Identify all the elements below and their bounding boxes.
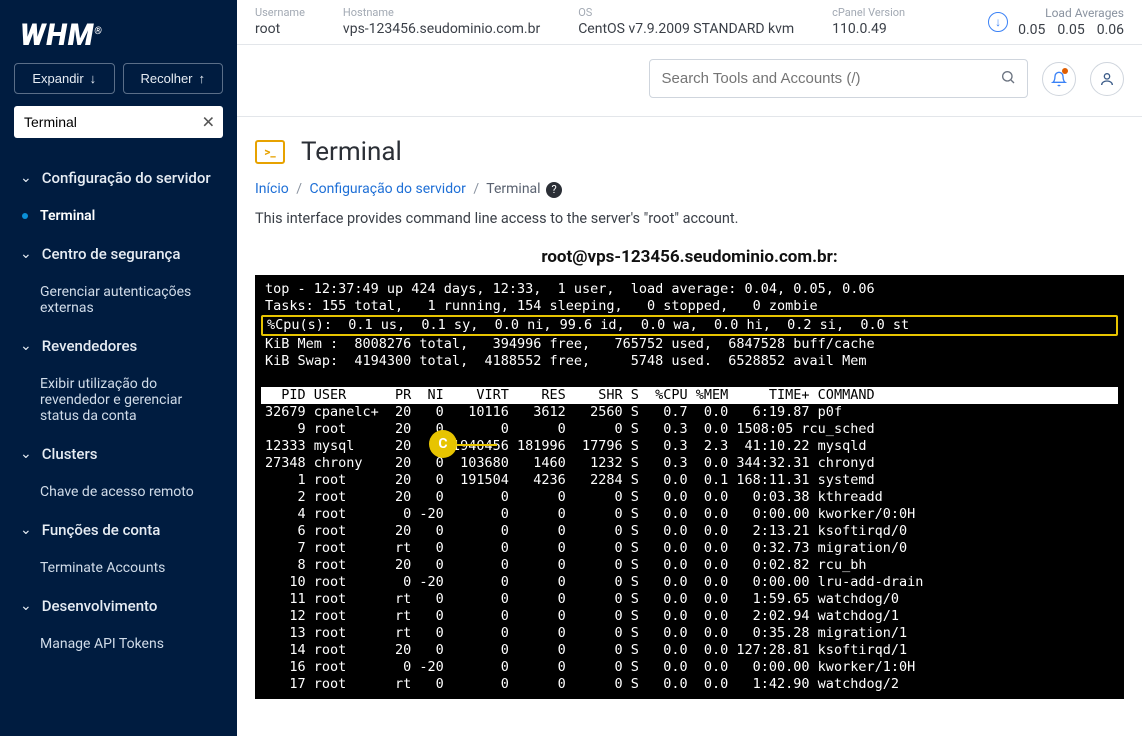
sidebar-group-label: Centro de segurança xyxy=(42,245,181,263)
sidebar-group-label: Funções de conta xyxy=(42,521,161,539)
chevron-down-icon: ⌄ xyxy=(20,246,32,262)
arrow-down-icon: ↓ xyxy=(90,71,97,86)
topbar-col-value: 110.0.49 xyxy=(832,21,905,37)
clear-search-icon[interactable]: ✕ xyxy=(202,113,215,132)
topbar-col-2: OS CentOS v7.9.2009 STANDARD kvm xyxy=(578,6,794,37)
terminal-line: 12333 mysql 20 0 1940456 181996 17796 S … xyxy=(261,438,1118,455)
nav-list: ⌄ Configuração do servidor Terminal ⌄ Centro… xyxy=(0,152,237,736)
terminal-line: 17 root rt 0 0 0 0 S 0.0 0.0 1:42.90 wat… xyxy=(261,676,1118,693)
sidebar-item-3-0[interactable]: Chave de acesso remoto xyxy=(0,474,237,510)
topbar-col-3: cPanel Version 110.0.49 xyxy=(832,6,905,37)
sidebar-group-2[interactable]: ⌄ Revendedores xyxy=(0,326,237,366)
page-title: Terminal xyxy=(301,137,402,167)
main: Username root Hostname vps-123456.seudomini… xyxy=(237,0,1142,736)
terminal-line: 1 root 20 0 191504 4236 2284 S 0.0 0.1 1… xyxy=(261,472,1118,489)
notifications-button[interactable] xyxy=(1042,62,1076,96)
collapse-label: Recolher xyxy=(140,71,192,86)
collapse-button[interactable]: Recolher ↑ xyxy=(123,63,224,94)
sidebar-item-5-0[interactable]: Manage API Tokens xyxy=(0,626,237,662)
search-icon xyxy=(1000,69,1016,89)
content: >_ Terminal Início / Configuração do ser… xyxy=(237,117,1142,719)
topbar-col-1: Hostname vps-123456.seudominio.com.br xyxy=(343,6,540,37)
terminal-line: 9 root 20 0 0 0 0 S 0.3 0.0 1508:05 rcu_… xyxy=(261,421,1118,438)
load-value: 0.05 xyxy=(1057,22,1084,38)
terminal-line: Tasks: 155 total, 1 running, 154 sleepin… xyxy=(261,298,1118,315)
sidebar-group-5[interactable]: ⌄ Desenvolvimento xyxy=(0,586,237,626)
terminal-line xyxy=(261,370,1118,387)
sidebar-item-0-0[interactable]: Terminal xyxy=(0,198,237,234)
page-description: This interface provides command line acc… xyxy=(255,210,1124,243)
terminal-line: %Cpu(s): 0.1 us, 0.1 sy, 0.0 ni, 99.6 id… xyxy=(261,315,1118,336)
terminal-line: 10 root 0 -20 0 0 0 S 0.0 0.0 0:00.00 lr… xyxy=(261,574,1118,591)
sidebar: WHM® Expandir ↓ Recolher ↑ ✕ ⌄ Configuraç… xyxy=(0,0,237,736)
topbar-col-label: Hostname xyxy=(343,6,540,19)
callout-badge: C xyxy=(429,430,457,458)
terminal-line: 13 root rt 0 0 0 0 S 0.0 0.0 0:35.28 mig… xyxy=(261,625,1118,642)
arrow-up-icon: ↑ xyxy=(199,71,206,86)
terminal-line: PID USER PR NI VIRT RES SHR S %CPU %MEM … xyxy=(261,387,1118,404)
sidebar-group-label: Desenvolvimento xyxy=(42,597,158,615)
sidebar-group-1[interactable]: ⌄ Centro de segurança xyxy=(0,234,237,274)
user-menu-button[interactable] xyxy=(1090,62,1124,96)
terminal-line: 14 root 20 0 0 0 0 S 0.0 0.0 127:28.81 k… xyxy=(261,642,1118,659)
crumb-group[interactable]: Configuração do servidor xyxy=(309,181,465,197)
chevron-down-icon: ⌄ xyxy=(20,522,32,538)
terminal-line: 2 root 20 0 0 0 0 S 0.0 0.0 0:03.38 kthr… xyxy=(261,489,1118,506)
terminal-line: 27348 chrony 20 0 103680 1460 1232 S 0.3… xyxy=(261,455,1118,472)
topbar-col-value: vps-123456.seudominio.com.br xyxy=(343,21,540,37)
terminal-line: KiB Mem : 8008276 total, 394996 free, 76… xyxy=(261,336,1118,353)
chevron-down-icon: ⌄ xyxy=(20,598,32,614)
topbar-col-label: OS xyxy=(578,6,794,19)
terminal-line: 7 root rt 0 0 0 0 S 0.0 0.0 0:32.73 migr… xyxy=(261,540,1118,557)
crumb-home[interactable]: Início xyxy=(255,181,289,197)
sidebar-group-label: Revendedores xyxy=(42,337,137,355)
sidebar-item-4-0[interactable]: Terminate Accounts xyxy=(0,550,237,586)
terminal-line: 11 root rt 0 0 0 0 S 0.0 0.0 1:59.65 wat… xyxy=(261,591,1118,608)
breadcrumb: Início / Configuração do servidor / Term… xyxy=(255,181,1124,210)
expand-button[interactable]: Expandir ↓ xyxy=(14,63,115,94)
expand-label: Expandir xyxy=(32,71,83,86)
topbar-col-label: Username xyxy=(255,6,305,19)
chevron-down-icon: ⌄ xyxy=(20,338,32,354)
load-value: 0.05 xyxy=(1018,22,1045,38)
topbar-col-value: CentOS v7.9.2009 STANDARD kvm xyxy=(578,21,794,37)
whm-logo: WHM® xyxy=(0,0,237,63)
search-input[interactable] xyxy=(649,59,1029,98)
terminal-line: 4 root 0 -20 0 0 0 S 0.0 0.0 0:00.00 kwo… xyxy=(261,506,1118,523)
terminal-line: 16 root 0 -20 0 0 0 S 0.0 0.0 0:00.00 kw… xyxy=(261,659,1118,676)
terminal-output[interactable]: top - 12:37:49 up 424 days, 12:33, 1 use… xyxy=(255,275,1124,699)
terminal-line: 12 root rt 0 0 0 0 S 0.0 0.0 2:02.94 wat… xyxy=(261,608,1118,625)
sidebar-group-3[interactable]: ⌄ Clusters xyxy=(0,434,237,474)
topbar-col-0: Username root xyxy=(255,6,305,37)
sidebar-group-label: Configuração do servidor xyxy=(42,169,211,187)
terminal-line: top - 12:37:49 up 424 days, 12:33, 1 use… xyxy=(261,281,1118,298)
terminal-icon: >_ xyxy=(255,140,285,164)
chevron-down-icon: ⌄ xyxy=(20,446,32,462)
sidebar-search-input[interactable] xyxy=(14,106,223,138)
terminal-line: 6 root 20 0 0 0 0 S 0.0 0.0 2:13.21 ksof… xyxy=(261,523,1118,540)
topbar-col-value: root xyxy=(255,21,305,37)
notification-dot-icon xyxy=(1062,68,1068,74)
load-averages-values: 0.05 0.05 0.06 xyxy=(1018,22,1124,38)
topbar-col-label: cPanel Version xyxy=(832,6,905,19)
crumb-current: Terminal xyxy=(486,181,540,197)
callout-line xyxy=(457,444,497,446)
search-row xyxy=(237,45,1142,117)
terminal-title: root@vps-123456.seudominio.com.br: xyxy=(255,243,1124,275)
load-averages-label: Load Averages xyxy=(1018,6,1124,20)
sidebar-group-label: Clusters xyxy=(42,445,98,463)
topbar: Username root Hostname vps-123456.seudomini… xyxy=(237,0,1142,45)
sidebar-item-1-0[interactable]: Gerenciar autenticações externas xyxy=(0,274,237,326)
help-icon[interactable]: ? xyxy=(546,182,562,198)
terminal-line: 8 root 20 0 0 0 0 S 0.0 0.0 0:02.82 rcu_… xyxy=(261,557,1118,574)
sidebar-group-0[interactable]: ⌄ Configuração do servidor xyxy=(0,158,237,198)
chevron-down-icon: ⌄ xyxy=(20,170,32,186)
sidebar-group-4[interactable]: ⌄ Funções de conta xyxy=(0,510,237,550)
terminal-line: KiB Swap: 4194300 total, 4188552 free, 5… xyxy=(261,353,1118,370)
download-icon[interactable]: ↓ xyxy=(988,12,1008,32)
load-value: 0.06 xyxy=(1097,22,1124,38)
terminal-line: 32679 cpanelc+ 20 0 10116 3612 2560 S 0.… xyxy=(261,404,1118,421)
sidebar-item-2-0[interactable]: Exibir utilização do revendedor e gerenc… xyxy=(0,366,237,434)
